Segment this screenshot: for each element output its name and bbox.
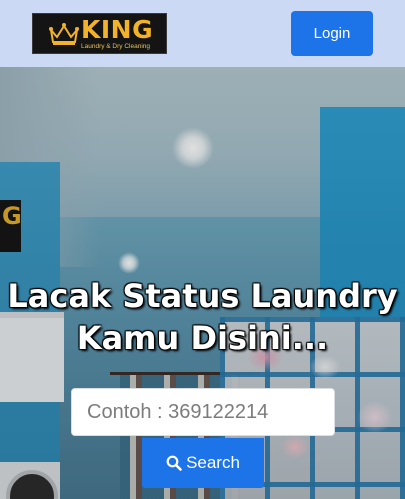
search-button[interactable]: Search <box>142 438 264 488</box>
search-icon <box>166 455 182 471</box>
brand-logo[interactable]: KING Laundry & Dry Cleaning <box>32 13 167 54</box>
tracking-number-input[interactable] <box>71 388 335 436</box>
brand-name: KING <box>81 15 154 44</box>
login-button[interactable]: Login <box>291 11 373 56</box>
headline-line-1: Lacak Status Laundry <box>7 277 398 315</box>
search-button-label: Search <box>186 453 240 472</box>
hero-headline: Lacak Status Laundry Kamu Disini... <box>0 275 405 359</box>
hero-banner: G Lacak Status Laundry Kamu Disini... Se… <box>0 67 405 499</box>
brand-tagline: Laundry & Dry Cleaning <box>81 43 151 50</box>
navbar: KING Laundry & Dry Cleaning Login <box>0 0 405 67</box>
headline-line-2: Kamu Disini... <box>76 319 329 357</box>
crown-icon <box>49 23 79 45</box>
